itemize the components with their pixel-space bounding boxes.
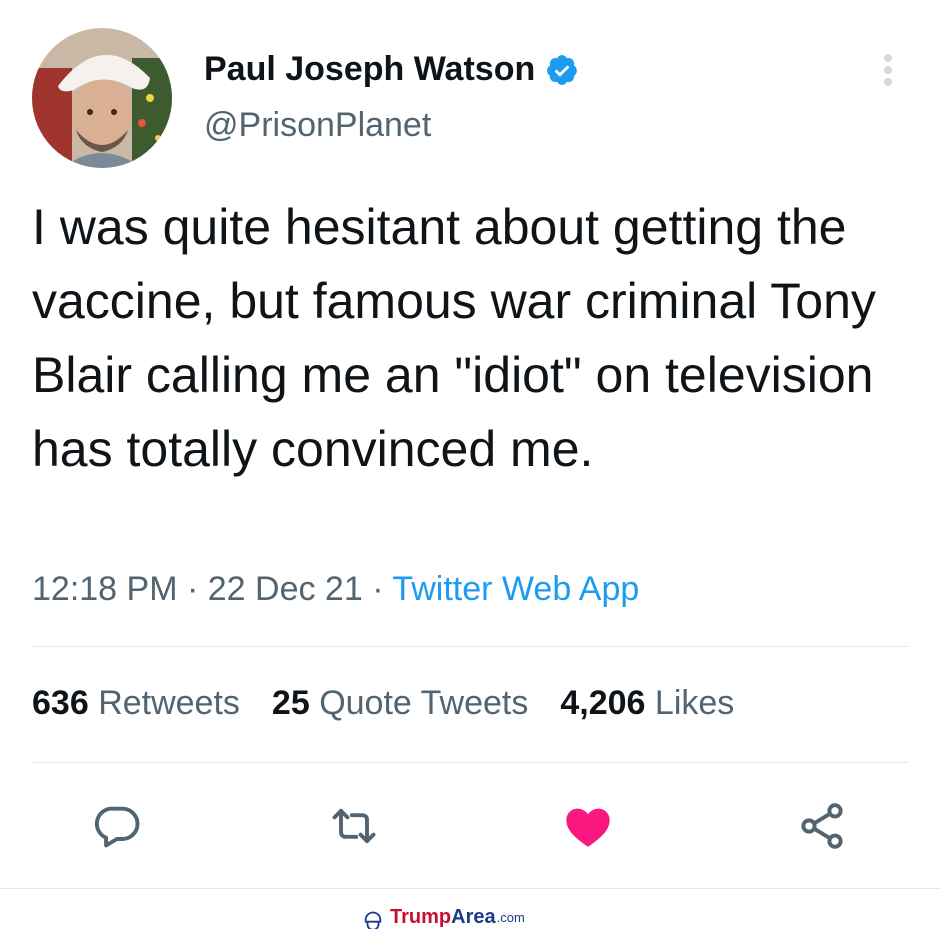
user-handle[interactable]: @PrisonPlanet [204, 106, 431, 145]
author-name-row[interactable]: Paul Joseph Watson [204, 50, 579, 89]
quotes-count: 25 [271, 684, 310, 722]
reply-button[interactable] [92, 800, 144, 852]
quotes-label: Quote Tweets [319, 684, 529, 722]
retweets-stat[interactable]: 636 Retweets [32, 684, 240, 722]
display-name[interactable]: Paul Joseph Watson [204, 50, 535, 89]
share-icon [801, 803, 843, 849]
watermark-part-1: Trump [390, 906, 452, 928]
likes-stat[interactable]: 4,206 Likes [560, 684, 734, 722]
retweet-icon [332, 808, 376, 844]
like-icon [566, 808, 610, 847]
watermark-part-3: .com [496, 910, 525, 925]
watermark-part-2: Area [451, 906, 496, 928]
share-button[interactable] [796, 800, 848, 852]
tweet-text: I was quite hesitant about getting the v… [32, 199, 876, 477]
helmet-logo-icon [364, 911, 382, 929]
verified-badge-icon [547, 54, 578, 85]
tweet-source-link[interactable]: Twitter Web App [392, 570, 639, 608]
avatar[interactable] [32, 28, 172, 168]
watermark: Trump Area .com [362, 906, 525, 929]
avatar-image [32, 28, 172, 168]
meta-separator: · [177, 570, 208, 608]
likes-label: Likes [654, 684, 735, 722]
engagement-stats: 636 Retweets 25 Quote Tweets 4,206 Likes [32, 684, 766, 723]
like-button[interactable] [562, 800, 614, 852]
more-options-icon[interactable] [878, 50, 898, 90]
tweet-meta: 12:18 PM · 22 Dec 21 · Twitter Web App [32, 570, 639, 609]
quote-tweets-stat[interactable]: 25 Quote Tweets [272, 684, 528, 722]
meta-separator: · [362, 570, 393, 608]
reply-icon [94, 806, 140, 848]
retweet-button[interactable] [328, 800, 380, 852]
tweet-time[interactable]: 12:18 PM [32, 570, 178, 608]
likes-count: 4,206 [560, 684, 646, 722]
retweets-count: 636 [32, 684, 89, 722]
divider [32, 762, 908, 763]
divider [32, 646, 908, 647]
retweets-label: Retweets [98, 684, 240, 722]
tweet-date[interactable]: 22 Dec 21 [208, 570, 363, 608]
